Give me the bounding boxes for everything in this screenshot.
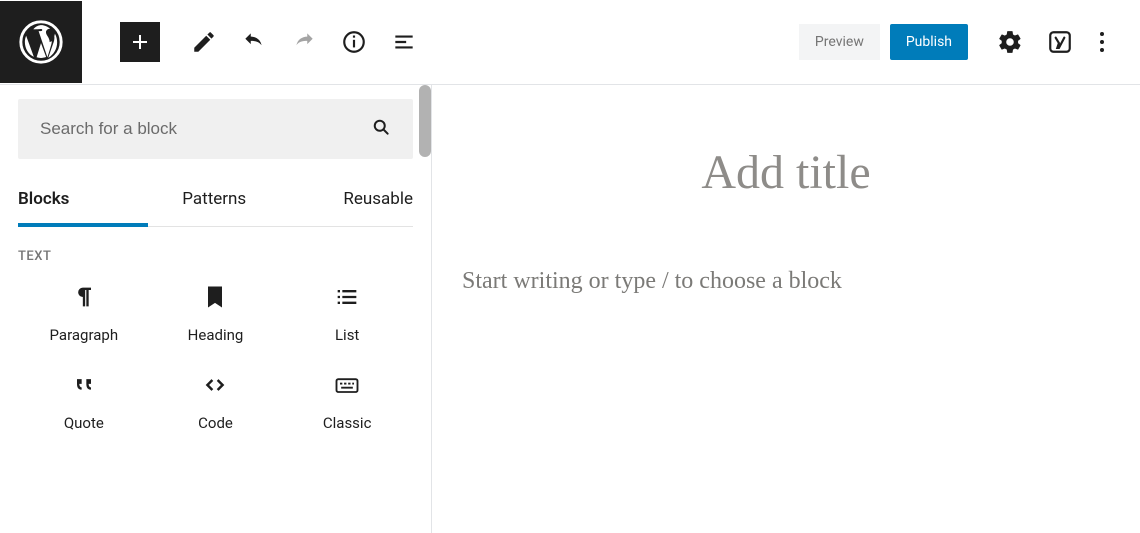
block-list[interactable]: List (281, 282, 413, 344)
pencil-icon (191, 29, 217, 55)
search-input[interactable] (40, 119, 371, 139)
block-label: Code (198, 414, 233, 432)
edit-tools-button[interactable] (184, 22, 224, 62)
search-icon (371, 117, 391, 141)
block-heading[interactable]: Heading (150, 282, 282, 344)
main-body: Blocks Patterns Reusable TEXT Paragraph … (0, 85, 1140, 533)
paragraph-icon (70, 282, 98, 312)
category-heading: TEXT (18, 249, 413, 264)
info-icon (341, 29, 367, 55)
tab-reusable[interactable]: Reusable (281, 177, 414, 226)
top-toolbar: Preview Publish (0, 0, 1140, 85)
add-block-button[interactable] (120, 22, 160, 62)
publish-button[interactable]: Publish (890, 24, 968, 60)
block-label: Paragraph (50, 326, 119, 344)
post-body-input[interactable]: Start writing or type / to choose a bloc… (462, 268, 1110, 295)
block-inserter-panel: Blocks Patterns Reusable TEXT Paragraph … (0, 85, 432, 533)
keyboard-icon (333, 370, 361, 400)
block-code[interactable]: Code (150, 370, 282, 432)
block-classic[interactable]: Classic (281, 370, 413, 432)
yoast-button[interactable] (1040, 22, 1080, 62)
undo-button[interactable] (234, 22, 274, 62)
block-label: Quote (64, 414, 104, 432)
more-options-button[interactable] (1090, 32, 1114, 52)
list-icon (333, 282, 361, 312)
block-quote[interactable]: Quote (18, 370, 150, 432)
block-label: Classic (323, 414, 372, 432)
code-icon (201, 370, 229, 400)
dots-icon (1100, 32, 1104, 36)
bookmark-icon (201, 282, 229, 312)
post-title-input[interactable]: Add title (462, 145, 1110, 200)
search-box (18, 99, 413, 159)
inserter-tabs: Blocks Patterns Reusable (18, 177, 413, 227)
block-paragraph[interactable]: Paragraph (18, 282, 150, 344)
yoast-icon (1047, 29, 1073, 55)
redo-button[interactable] (284, 22, 324, 62)
tab-patterns[interactable]: Patterns (148, 177, 281, 226)
tab-blocks[interactable]: Blocks (18, 177, 148, 227)
scrollbar-thumb[interactable] (419, 85, 431, 157)
toolbar-right-group: Preview Publish (799, 22, 1132, 62)
outline-button[interactable] (384, 22, 424, 62)
block-grid: Paragraph Heading List (18, 282, 413, 432)
quote-icon (70, 370, 98, 400)
block-label: Heading (188, 326, 244, 344)
redo-icon (291, 29, 317, 55)
plus-icon (128, 30, 152, 54)
settings-button[interactable] (990, 22, 1030, 62)
toolbar-left-group (0, 1, 424, 83)
gear-icon (997, 29, 1023, 55)
wordpress-icon (19, 20, 63, 64)
wordpress-logo[interactable] (0, 1, 82, 83)
undo-icon (241, 29, 267, 55)
block-label: List (335, 326, 359, 344)
info-button[interactable] (334, 22, 374, 62)
preview-button[interactable]: Preview (799, 24, 880, 60)
list-view-icon (391, 29, 417, 55)
editor-canvas: Add title Start writing or type / to cho… (432, 85, 1140, 533)
